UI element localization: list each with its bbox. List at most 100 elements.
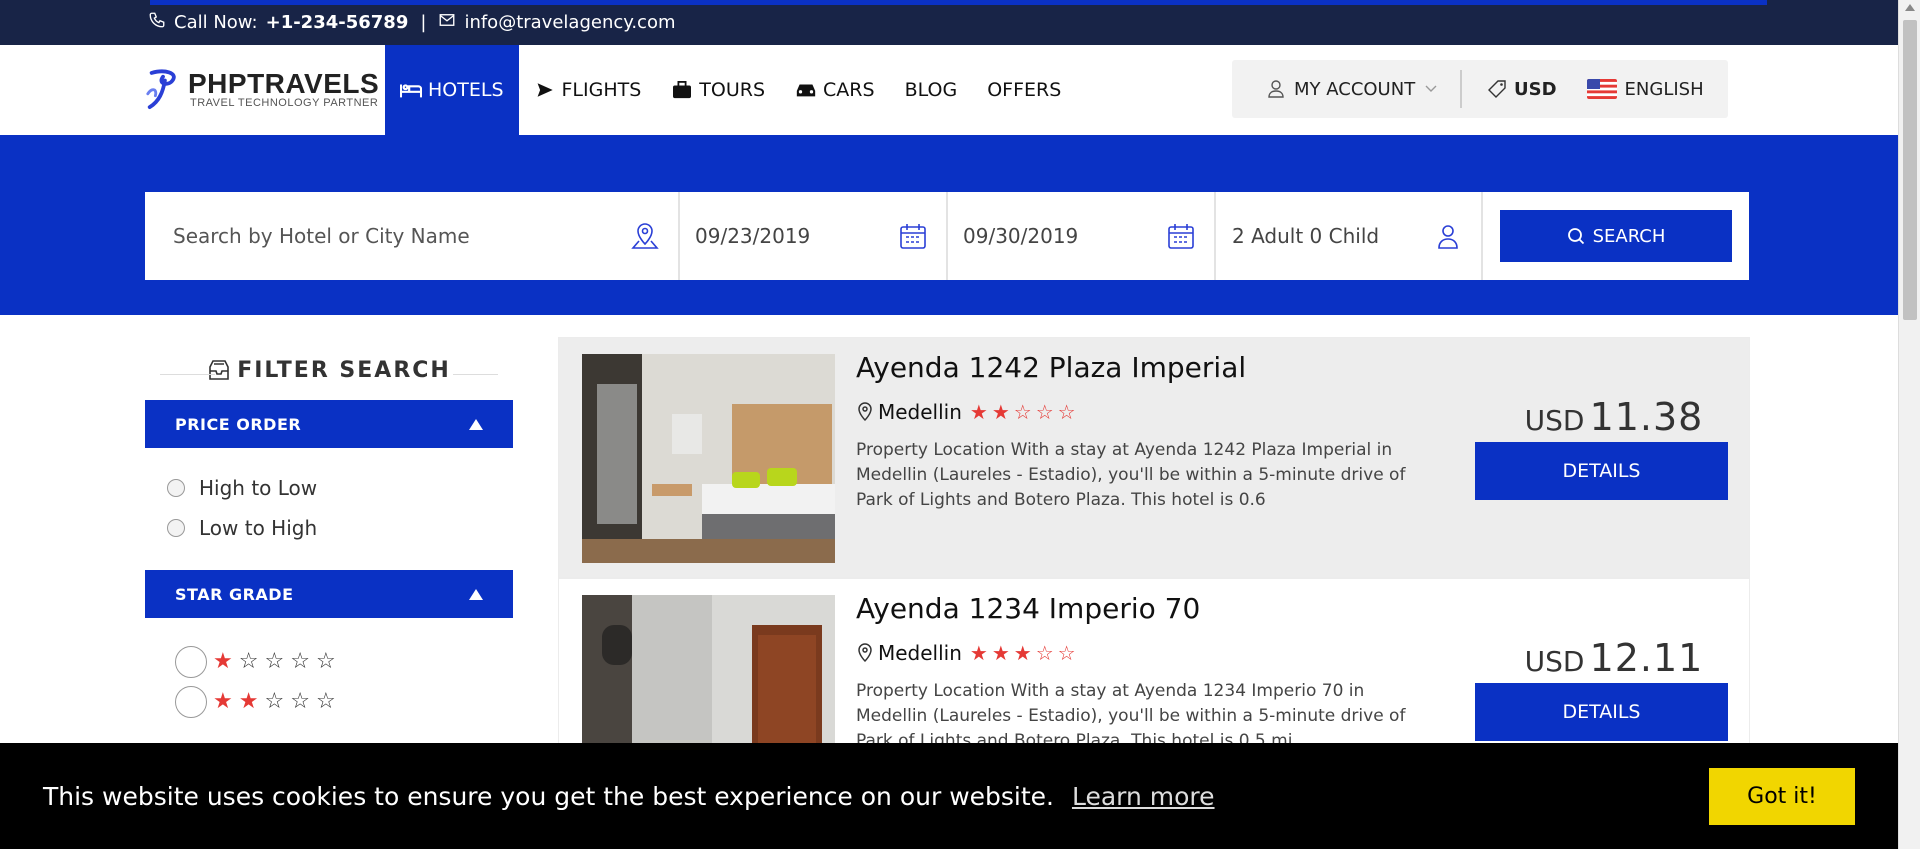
nav-tours[interactable]: TOURS bbox=[656, 45, 780, 135]
currency-label: USD bbox=[1514, 78, 1557, 100]
main-nav: HOTELS FLIGHTS TOURS CARS BLOG OFFERS bbox=[385, 45, 1076, 135]
filter-sidebar: FILTER SEARCH PRICE ORDER High to Low Lo… bbox=[145, 340, 513, 722]
scrollbar-thumb[interactable] bbox=[1903, 20, 1917, 320]
nav-offers-label: OFFERS bbox=[987, 79, 1062, 101]
hotel-photo[interactable] bbox=[582, 354, 835, 563]
page-scrollbar[interactable] bbox=[1898, 0, 1920, 849]
hotel-city: Medellin bbox=[878, 641, 962, 665]
main-header: PHPTRAVELS TRAVEL TECHNOLOGY PARTNER HOT… bbox=[0, 45, 1898, 135]
filter-title-label: FILTER SEARCH bbox=[237, 357, 451, 383]
phone-number[interactable]: +1-234-56789 bbox=[266, 12, 409, 33]
hotel-name[interactable]: Ayenda 1242 Plaza Imperial bbox=[856, 351, 1246, 384]
search-icon bbox=[1567, 228, 1584, 245]
logo-brand: PHPTRAVELS bbox=[188, 68, 380, 99]
user-icon bbox=[1438, 225, 1458, 249]
radio-button[interactable] bbox=[167, 519, 185, 537]
nav-offers[interactable]: OFFERS bbox=[972, 45, 1076, 135]
star-empty-icon: ☆ bbox=[238, 649, 259, 674]
star-empty-icon: ☆ bbox=[1057, 641, 1076, 665]
star-filled-icon: ★ bbox=[1013, 641, 1032, 665]
plane-icon bbox=[537, 83, 553, 97]
mail-icon bbox=[438, 11, 456, 34]
star-empty-icon: ☆ bbox=[1057, 400, 1076, 424]
hotel-description: Property Location With a stay at Ayenda … bbox=[856, 440, 1406, 510]
account-bar: MY ACCOUNT USD ENGLISH bbox=[1232, 60, 1728, 118]
details-button[interactable]: DETAILS bbox=[1475, 442, 1728, 500]
suitcase-icon bbox=[673, 81, 692, 99]
price-amount: 12.11 bbox=[1589, 636, 1704, 680]
cookie-message: This website uses cookies to ensure you … bbox=[43, 782, 1215, 811]
price-order-header[interactable]: PRICE ORDER bbox=[145, 400, 513, 448]
price-amount: 11.38 bbox=[1589, 395, 1704, 439]
filter-title: FILTER SEARCH bbox=[145, 340, 513, 400]
nav-flights[interactable]: FLIGHTS bbox=[519, 45, 657, 135]
hotel-city: Medellin bbox=[878, 400, 962, 424]
star-filled-icon: ★ bbox=[991, 400, 1010, 424]
checkout-date: 09/30/2019 bbox=[963, 224, 1079, 248]
price-option-label: High to Low bbox=[199, 476, 318, 500]
nav-hotels-label: HOTELS bbox=[428, 79, 504, 101]
hotel-location: Medellin ★ ★ ★ ☆ ☆ bbox=[856, 641, 1076, 665]
checkin-date: 09/23/2019 bbox=[695, 224, 811, 248]
star-empty-icon: ☆ bbox=[1035, 400, 1054, 424]
checkout-field[interactable]: 09/30/2019 bbox=[948, 192, 1216, 280]
user-icon bbox=[1268, 80, 1284, 98]
star-filled-icon: ★ bbox=[213, 649, 233, 674]
star-empty-icon: ☆ bbox=[1013, 400, 1032, 424]
cookie-accept-button[interactable]: Got it! bbox=[1709, 767, 1855, 825]
learn-more-link[interactable]: Learn more bbox=[1072, 782, 1215, 811]
star-empty-icon: ☆ bbox=[290, 689, 310, 714]
price-option-high-low[interactable]: High to Low bbox=[167, 468, 513, 508]
star-filled-icon: ★ bbox=[969, 400, 988, 424]
my-account-dropdown[interactable]: MY ACCOUNT bbox=[1232, 70, 1462, 108]
email-link[interactable]: info@travelagency.com bbox=[464, 12, 675, 33]
search-button-wrap: SEARCH bbox=[1483, 192, 1749, 280]
calendar-icon bbox=[900, 224, 926, 249]
nav-tours-label: TOURS bbox=[699, 79, 766, 101]
cookie-banner: This website uses cookies to ensure you … bbox=[0, 743, 1898, 849]
currency-selector[interactable]: USD bbox=[1462, 79, 1557, 100]
destination-input[interactable]: Search by Hotel or City Name bbox=[173, 224, 470, 248]
star-grade-header[interactable]: STAR GRADE bbox=[145, 570, 513, 618]
map-pin-icon bbox=[631, 223, 659, 249]
guests-value: 2 Adult 0 Child bbox=[1232, 224, 1380, 248]
bed-icon bbox=[400, 84, 422, 98]
collapse-arrow-icon bbox=[469, 588, 483, 600]
top-contact-bar: Call Now: +1-234-56789 | info@travelagen… bbox=[0, 0, 1898, 45]
price-currency: USD bbox=[1524, 404, 1585, 437]
chevron-down-icon bbox=[1425, 85, 1437, 92]
checkin-field[interactable]: 09/23/2019 bbox=[680, 192, 948, 280]
radio-button[interactable] bbox=[175, 646, 207, 678]
star-filled-icon: ★ bbox=[991, 641, 1010, 665]
star-filled-icon: ★ bbox=[969, 641, 988, 665]
nav-blog-label: BLOG bbox=[904, 79, 958, 101]
tag-icon bbox=[1488, 80, 1506, 98]
search-button[interactable]: SEARCH bbox=[1500, 210, 1732, 262]
call-label: Call Now: bbox=[174, 12, 258, 33]
nav-cars[interactable]: CARS bbox=[780, 45, 890, 135]
destination-field[interactable]: Search by Hotel or City Name bbox=[145, 192, 680, 280]
scroll-up-arrow-icon[interactable] bbox=[1905, 4, 1915, 11]
map-pin-icon bbox=[858, 643, 872, 663]
nav-blog[interactable]: BLOG bbox=[890, 45, 973, 135]
star-option-2[interactable]: ★ ★ ☆ ☆ ☆ bbox=[175, 682, 513, 722]
details-button[interactable]: DETAILS bbox=[1475, 683, 1728, 741]
star-option-1[interactable]: ★ ☆ ☆ ☆ ☆ bbox=[175, 642, 513, 682]
phone-icon bbox=[148, 11, 166, 34]
site-logo[interactable]: PHPTRAVELS TRAVEL TECHNOLOGY PARTNER bbox=[144, 67, 379, 113]
nav-hotels[interactable]: HOTELS bbox=[385, 45, 519, 135]
star-empty-icon: ☆ bbox=[264, 649, 285, 674]
hotel-location: Medellin ★ ★ ☆ ☆ ☆ bbox=[856, 400, 1076, 424]
star-grade-heading: STAR GRADE bbox=[175, 584, 294, 604]
language-selector[interactable]: ENGLISH bbox=[1557, 79, 1704, 100]
car-icon bbox=[796, 84, 816, 97]
hotel-name[interactable]: Ayenda 1234 Imperio 70 bbox=[856, 592, 1200, 625]
contact-info: Call Now: +1-234-56789 | info@travelagen… bbox=[148, 11, 676, 34]
nav-flights-label: FLIGHTS bbox=[561, 79, 642, 101]
guests-field[interactable]: 2 Adult 0 Child bbox=[1216, 192, 1483, 280]
radio-button[interactable] bbox=[167, 479, 185, 497]
hotel-price: USD 11.38 bbox=[1514, 395, 1714, 439]
radio-button[interactable] bbox=[175, 686, 207, 718]
star-empty-icon: ☆ bbox=[1035, 641, 1054, 665]
price-option-low-high[interactable]: Low to High bbox=[167, 508, 513, 548]
